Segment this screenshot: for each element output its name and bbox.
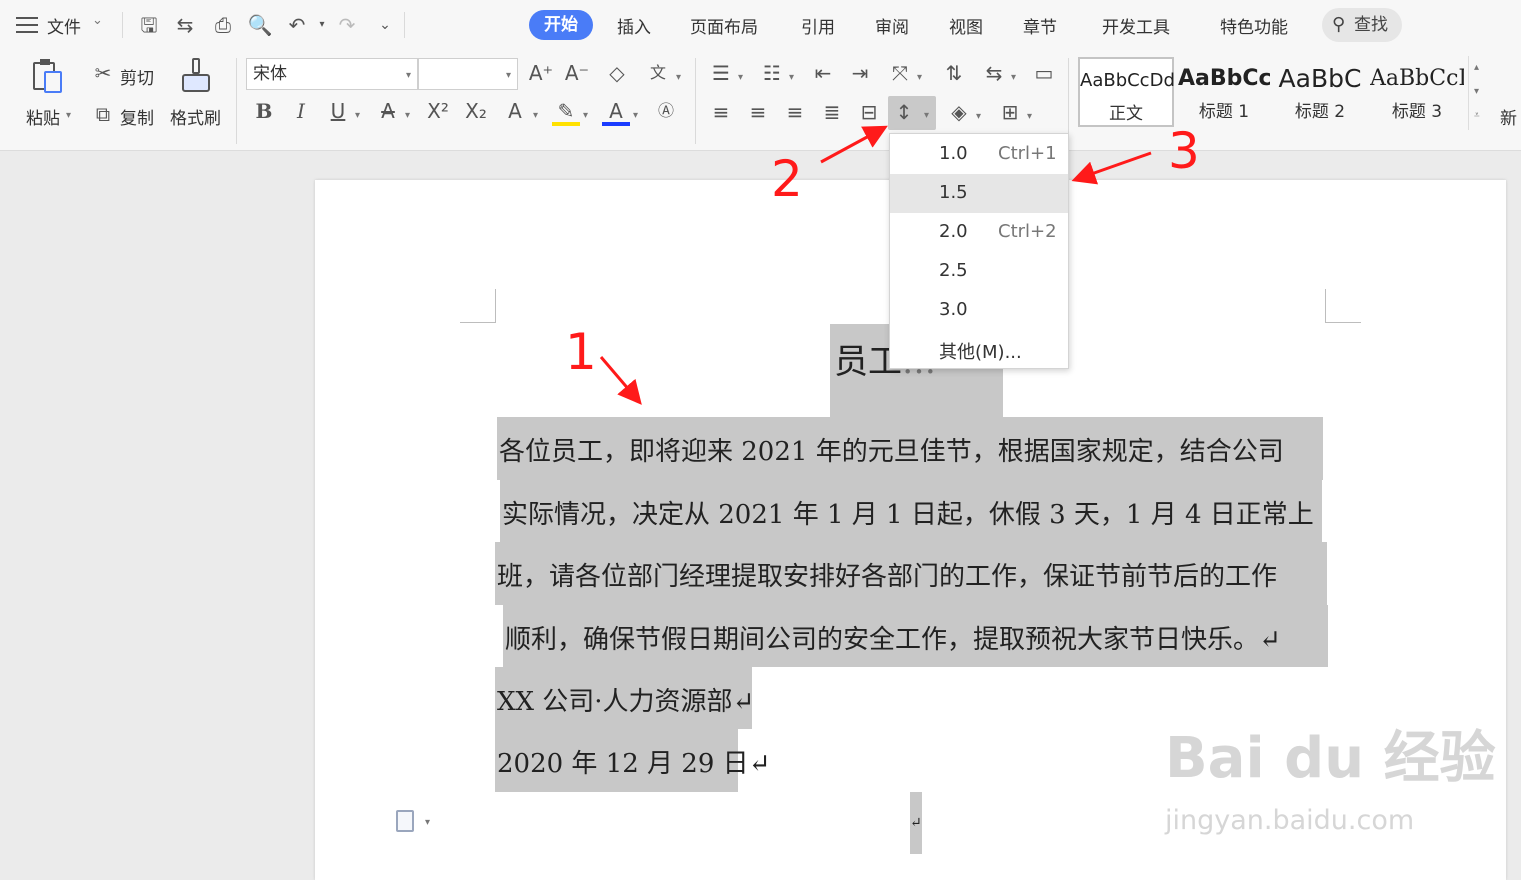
- annotation-number-2: 2: [771, 150, 803, 208]
- baidu-watermark: Bai du 经验: [1165, 726, 1496, 791]
- annotation-arrow-3: [1071, 151, 1152, 185]
- baidu-watermark-url: jingyan.baidu.com: [1165, 805, 1415, 836]
- annotation-arrow-1: [599, 356, 642, 405]
- annotation-number-1: 1: [565, 323, 597, 381]
- annotation-arrow-2: [820, 125, 888, 164]
- annotation-number-3: 3: [1168, 122, 1200, 180]
